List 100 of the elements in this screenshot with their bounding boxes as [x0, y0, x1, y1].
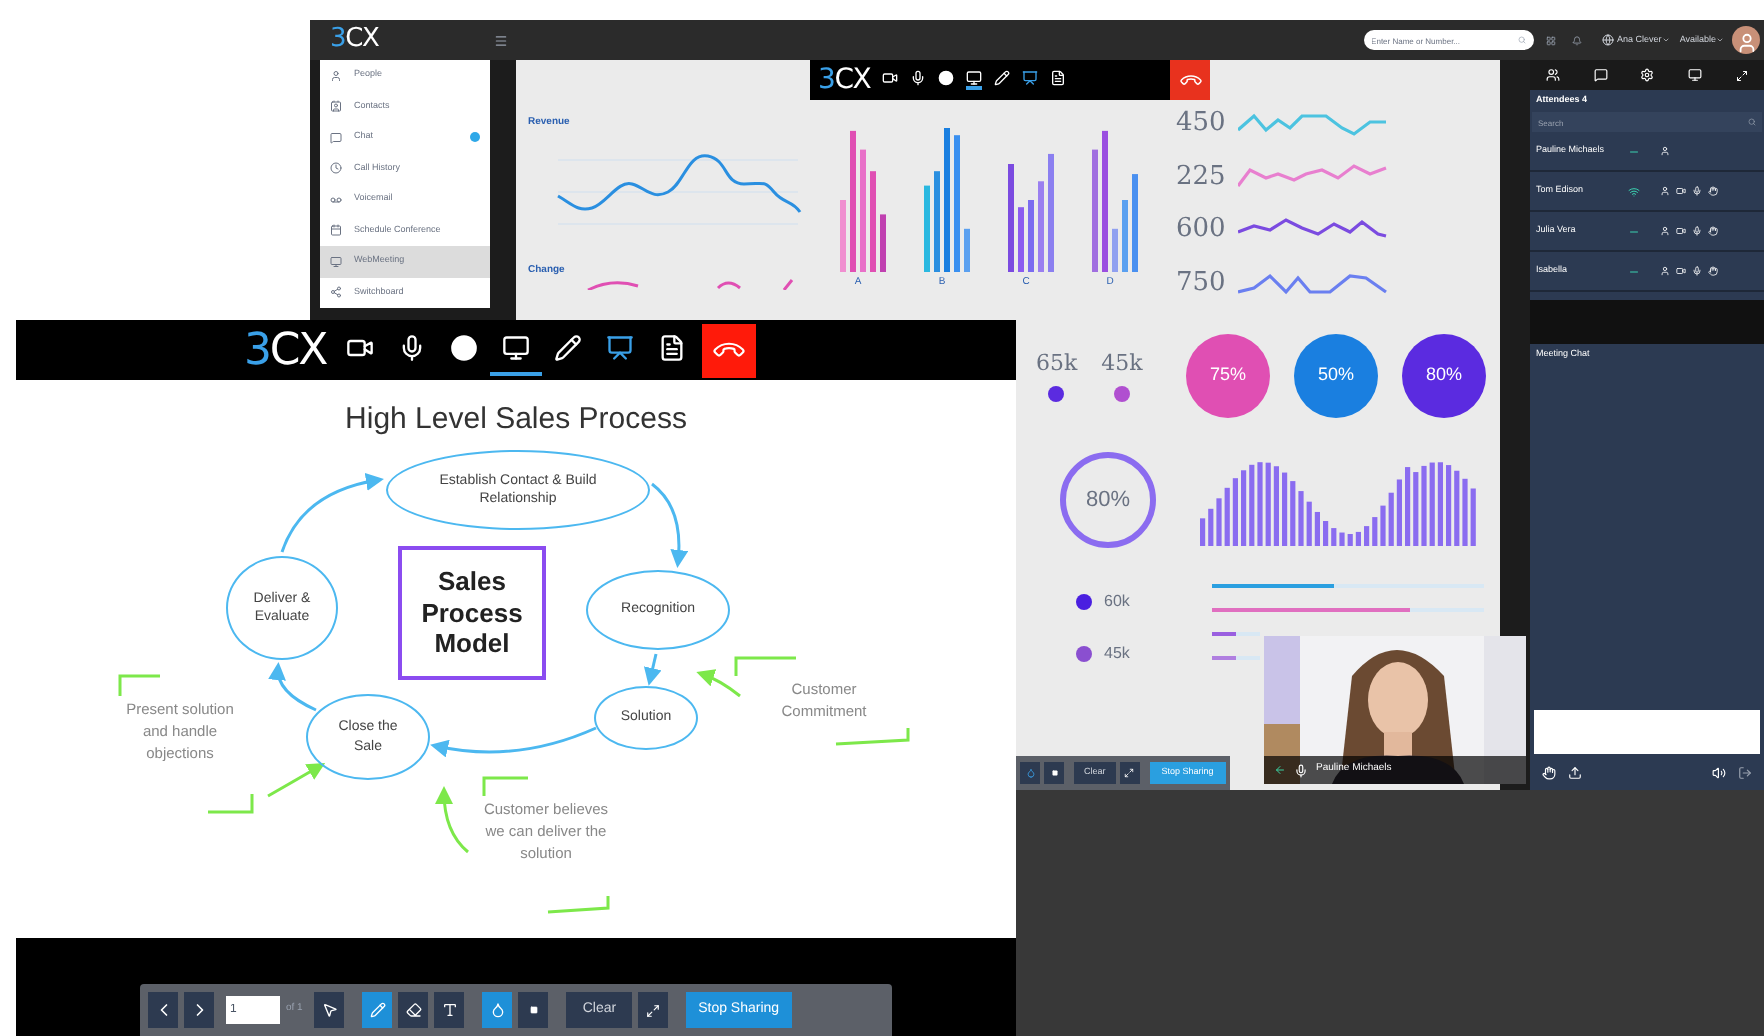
camera-icon — [346, 334, 375, 362]
bar — [1008, 164, 1014, 272]
tool-button[interactable] — [398, 992, 429, 1028]
logo: 3CX — [244, 323, 327, 379]
flow-arrow — [268, 662, 317, 712]
bracket-mark — [547, 896, 610, 914]
person-icon — [1735, 32, 1757, 54]
metric-value: 225 — [1176, 159, 1228, 195]
camera-icon[interactable] — [1676, 226, 1686, 236]
toolbar-button[interactable] — [1050, 70, 1067, 90]
bell-icon[interactable] — [1571, 35, 1582, 45]
bar — [880, 214, 886, 272]
user-icon[interactable] — [1660, 146, 1670, 156]
hand-icon[interactable] — [1542, 765, 1556, 779]
chart-icon — [1022, 70, 1039, 86]
toolbar-button[interactable] — [1022, 70, 1039, 90]
bar — [1132, 174, 1138, 272]
bar — [840, 200, 846, 272]
ring-value: 80% — [1085, 485, 1131, 516]
metric-value: 450 — [1176, 106, 1228, 142]
expand-button[interactable] — [638, 992, 669, 1028]
message-field[interactable] — [1534, 710, 1760, 754]
bar — [934, 171, 940, 272]
avatar[interactable] — [1732, 26, 1760, 54]
next-button[interactable] — [184, 992, 214, 1028]
upload-icon[interactable] — [1568, 765, 1582, 779]
microphone-icon[interactable] — [1692, 186, 1702, 196]
tool-button[interactable] — [518, 992, 549, 1028]
microphone-icon[interactable] — [1692, 266, 1702, 276]
user-icon[interactable] — [1660, 186, 1670, 196]
size-icon — [529, 1006, 538, 1014]
tool-button[interactable] — [314, 992, 345, 1028]
bar — [1048, 153, 1054, 272]
metric-value: 750 — [1176, 265, 1228, 301]
color-button[interactable] — [1020, 762, 1040, 784]
note-arrow — [435, 786, 469, 854]
metric-value: 600 — [1176, 212, 1228, 248]
logo: 3CX — [818, 61, 871, 99]
grid-icon[interactable] — [1545, 35, 1556, 45]
tool-button[interactable] — [482, 992, 513, 1028]
drop-icon — [1025, 768, 1035, 778]
speaker-icon[interactable] — [1712, 765, 1726, 779]
bar — [1112, 228, 1118, 272]
bar — [850, 130, 856, 272]
exit-icon[interactable] — [1738, 765, 1752, 779]
microphone-icon[interactable] — [1294, 763, 1308, 777]
tool-button[interactable] — [434, 992, 465, 1028]
expand-button[interactable] — [1119, 762, 1140, 784]
user-icon[interactable] — [1660, 266, 1670, 276]
monitor-icon — [966, 70, 983, 86]
bar — [964, 228, 970, 272]
chart-icon — [606, 334, 635, 362]
hand-icon[interactable] — [1708, 226, 1718, 236]
bar — [924, 185, 930, 272]
pen-icon — [994, 70, 1011, 86]
text-icon — [441, 1002, 458, 1018]
toolbar-button[interactable] — [966, 70, 983, 90]
camera-icon[interactable] — [1676, 186, 1686, 196]
microphone-icon[interactable] — [1692, 226, 1702, 236]
note-arrow — [267, 763, 326, 798]
bar — [1122, 200, 1128, 272]
camera-icon[interactable] — [1676, 266, 1686, 276]
size-button[interactable] — [1044, 762, 1064, 784]
stat-value: 45k — [1101, 347, 1143, 380]
chat-icon[interactable] — [1593, 68, 1608, 82]
user-icon[interactable] — [1660, 226, 1670, 236]
record-icon — [938, 70, 955, 86]
expand-icon — [1124, 768, 1135, 778]
camera-icon — [882, 70, 899, 86]
people-icon[interactable] — [1546, 68, 1561, 82]
hand-icon[interactable] — [1708, 186, 1718, 196]
logo: 3CX — [330, 22, 379, 59]
pointer-icon — [321, 1002, 338, 1018]
hand-icon[interactable] — [1708, 266, 1718, 276]
flow-arrow — [651, 482, 688, 568]
bracket-mark — [734, 656, 796, 676]
bracket-mark — [208, 794, 254, 814]
tool-button[interactable] — [362, 992, 393, 1028]
bar — [954, 135, 960, 272]
arrow-icon[interactable] — [1274, 764, 1286, 776]
stat-value: 65k — [1036, 347, 1078, 380]
flow-arrow — [280, 473, 384, 553]
bar — [870, 171, 876, 272]
hang-up-button[interactable] — [702, 323, 757, 377]
globe-icon[interactable] — [1601, 34, 1614, 46]
toolbar-button[interactable] — [938, 70, 955, 90]
monitor-icon — [502, 334, 531, 362]
toolbar-button[interactable] — [994, 70, 1011, 90]
pencil-icon — [369, 1002, 386, 1018]
stat-value: 60k — [1104, 590, 1130, 614]
previous-button[interactable] — [148, 992, 178, 1028]
monitor-icon[interactable] — [1688, 68, 1703, 82]
settings-icon[interactable] — [1640, 68, 1655, 82]
bar — [944, 128, 950, 272]
expand-icon — [646, 1003, 661, 1017]
color-icon — [489, 1002, 506, 1018]
search-icon — [1748, 118, 1756, 126]
bar — [1102, 130, 1108, 272]
bar — [1018, 207, 1024, 272]
gauge-value: 50% — [1317, 361, 1354, 388]
